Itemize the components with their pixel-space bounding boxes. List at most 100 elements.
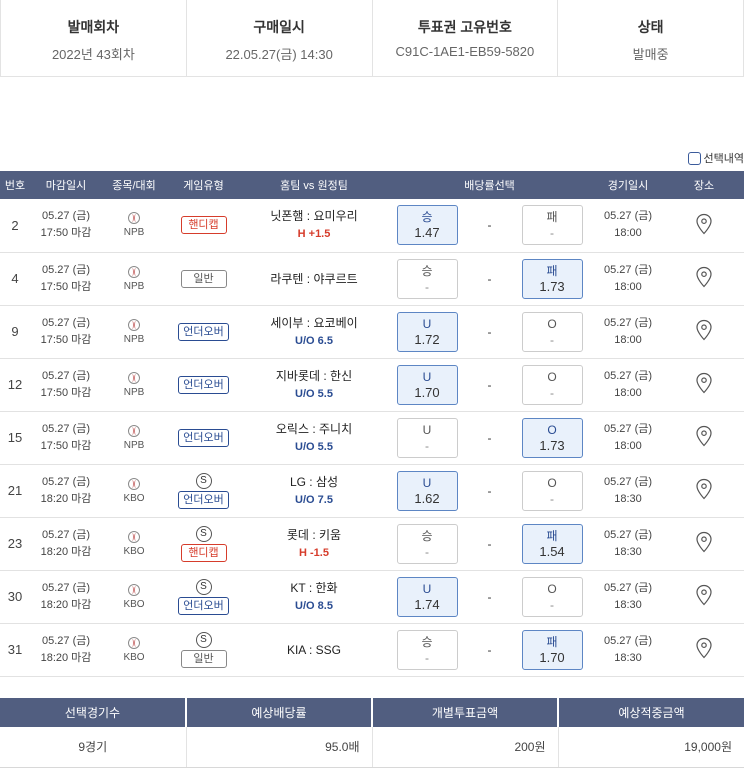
place-cell [664, 623, 745, 677]
location-pin-icon[interactable] [695, 584, 713, 606]
odds-home-value: 1.47 [414, 225, 440, 241]
odds-home-value: - [425, 650, 429, 665]
gametime-cell: 05.27 (금) 18:00 [592, 358, 665, 412]
deadline-time: 17:50 마감 [40, 386, 92, 399]
away-team: 요코베이 [313, 315, 358, 330]
match-cell: 롯데 : 키움 H -1.5 [241, 517, 387, 571]
match-cell: 닛폰햄 : 요미우리 H +1.5 [241, 199, 387, 253]
type-cell: 핸디캡 [166, 199, 241, 253]
game-no: 2 [0, 199, 30, 253]
away-team: SSG [315, 642, 342, 657]
location-pin-icon[interactable] [695, 531, 713, 553]
odds-home-cell: 승 1.47 [387, 199, 467, 253]
odds-home-cell: 승- [387, 252, 467, 306]
location-pin-icon[interactable] [695, 319, 713, 341]
match-cell: 지바롯데 : 한신 U/O 5.5 [241, 358, 387, 412]
deadline-time: 18:20 마감 [40, 492, 92, 505]
location-pin-icon[interactable] [695, 478, 713, 500]
deadline-time: 17:50 마감 [40, 439, 92, 452]
odds-draw: - [487, 536, 492, 551]
away-team: 한신 [330, 368, 353, 383]
odds-home-label: U [422, 316, 432, 331]
odds-home-button[interactable]: 승- [396, 629, 458, 670]
odds-home-value: - [425, 438, 429, 453]
type-cell: S 언더오버 [166, 464, 241, 518]
baseball-icon [128, 424, 140, 437]
home-team: 세이부 [270, 315, 304, 330]
col-deadline: 마감일시 [30, 171, 102, 199]
sport-cell: NPB [102, 358, 166, 412]
odds-draw-cell: - [467, 199, 512, 253]
location-pin-icon[interactable] [695, 266, 713, 288]
odds-home-button[interactable]: U- [396, 417, 458, 458]
sport-cell: NPB [102, 252, 166, 306]
place-cell [664, 252, 745, 306]
odds-home-button[interactable]: 승 1.47 [396, 205, 458, 246]
odds-home-value: 1.72 [414, 331, 440, 347]
s-badge-icon: S [195, 578, 212, 595]
info-label: 발매회차 [67, 19, 120, 35]
odds-home-button[interactable]: 승- [396, 258, 458, 299]
game-time: 18:30 [614, 598, 642, 611]
table-header: 번호 마감일시 종목/대회 게임유형 홈팀 vs 원정팀 배당률선택 경기일시 … [0, 171, 745, 199]
gametime-cell: 05.27 (금) 18:30 [592, 570, 665, 624]
location-pin-icon[interactable] [695, 425, 713, 447]
deadline-cell: 05.27 (금) 18:20 마감 [30, 517, 102, 571]
deadline-date: 05.27 (금) [41, 528, 91, 541]
odds-away-button[interactable]: O- [521, 364, 583, 405]
table-row: 12 05.27 (금) 17:50 마감 NPB 언더오버 지바롯데 : 한신 U/O 5… [0, 358, 745, 412]
selection-toggle[interactable]: 선택내역 [687, 150, 744, 166]
odds-draw-cell: - [467, 411, 512, 465]
sport-cell: KBO [102, 623, 166, 677]
odds-draw-cell: - [467, 623, 512, 677]
odds-home-label: 승 [421, 210, 433, 225]
odds-away-cell: 패 1.73 [512, 252, 593, 306]
odds-home-button[interactable]: U 1.70 [396, 364, 458, 405]
info-label: 구매일시 [253, 19, 305, 35]
odds-away-button[interactable]: 패 1.70 [521, 629, 583, 670]
odds-away-button[interactable]: 패 1.73 [521, 258, 583, 299]
baseball-icon [128, 583, 140, 596]
odds-home-button[interactable]: U 1.62 [396, 470, 458, 511]
deadline-cell: 05.27 (금) 17:50 마감 [30, 411, 102, 465]
match-handicap: U/O 6.5 [295, 334, 333, 347]
home-team: KIA [286, 642, 306, 657]
deadline-date: 05.27 (금) [41, 210, 91, 223]
odds-away-button[interactable]: 패- [521, 205, 583, 246]
odds-home-label: 승 [421, 528, 433, 543]
odds-away-cell: 패- [512, 199, 593, 253]
odds-home-button[interactable]: U 1.72 [396, 311, 458, 352]
odds-home-button[interactable]: 승- [396, 523, 458, 564]
match-handicap: U/O 7.5 [295, 493, 333, 506]
odds-away-value: 1.70 [539, 649, 565, 665]
odds-away-label: O [547, 316, 557, 331]
deadline-cell: 05.27 (금) 18:20 마감 [30, 623, 102, 677]
odds-draw-cell: - [467, 305, 512, 359]
game-date: 05.27 (금) [604, 369, 653, 382]
location-pin-icon[interactable] [695, 372, 713, 394]
location-pin-icon[interactable] [695, 637, 713, 659]
odds-draw: - [487, 377, 492, 392]
odds-away-button[interactable]: O- [521, 576, 583, 617]
info-value: 2022년 43회차 [51, 47, 135, 62]
odds-home-button[interactable]: U 1.74 [396, 576, 458, 617]
away-team: 삼성 [315, 474, 339, 489]
odds-draw: - [487, 642, 492, 657]
location-pin-icon[interactable] [695, 213, 713, 235]
s-badge-icon: S [195, 525, 212, 542]
league-label: KBO [123, 492, 145, 504]
deadline-time: 18:20 마감 [40, 545, 92, 558]
game-type-badge: 언더오버 [178, 596, 229, 615]
odds-away-button[interactable]: O- [521, 311, 583, 352]
odds-away-button[interactable]: O 1.73 [521, 417, 583, 458]
selection-checkbox[interactable] [687, 151, 701, 165]
odds-home-cell: U 1.70 [387, 358, 467, 412]
odds-home-cell: U 1.72 [387, 305, 467, 359]
odds-away-button[interactable]: 패 1.54 [521, 523, 583, 564]
odds-draw-cell: - [467, 517, 512, 571]
type-cell: 언더오버 [166, 305, 241, 359]
summary-table: 선택경기수 예상배당률 개별투표금액 예상적중금액 9경기 95.0배 200원… [0, 698, 744, 768]
away-team: 키움 [319, 527, 342, 542]
baseball-icon [128, 371, 140, 384]
odds-away-button[interactable]: O- [521, 470, 583, 511]
